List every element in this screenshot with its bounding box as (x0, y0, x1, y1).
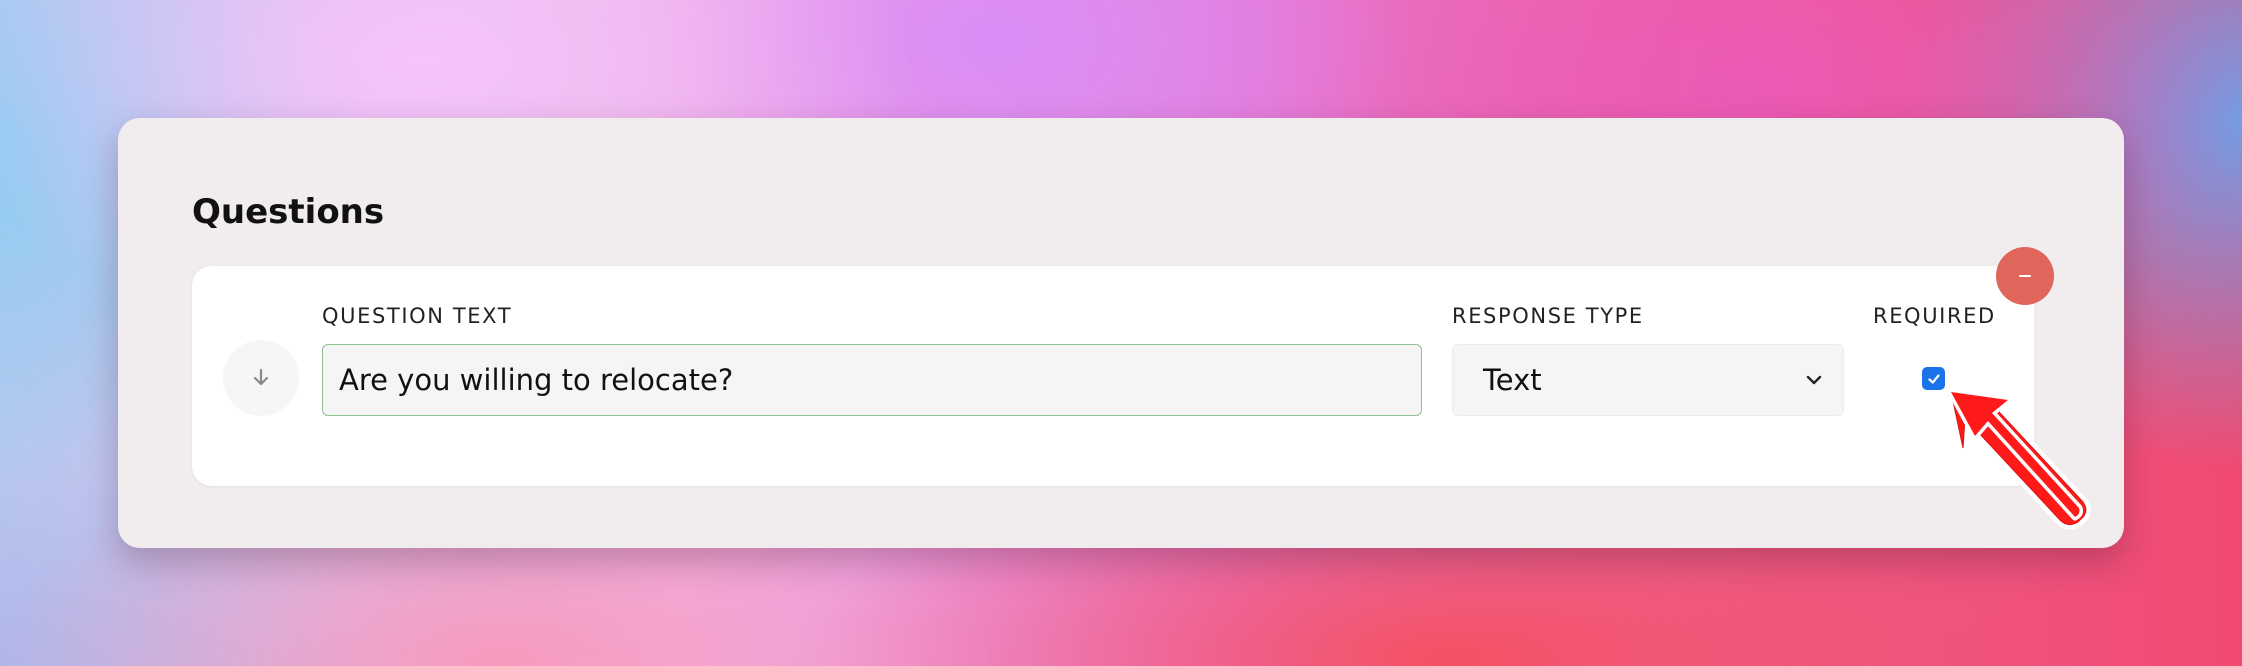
remove-question-button[interactable] (1996, 247, 2054, 305)
required-label: REQUIRED (1873, 304, 1996, 328)
response-type-label: RESPONSE TYPE (1452, 304, 1644, 328)
minus-icon (2019, 275, 2031, 277)
chevron-down-icon (1806, 375, 1822, 385)
question-text-label: QUESTION TEXT (322, 304, 513, 328)
move-down-button[interactable] (223, 340, 299, 416)
questions-panel: Questions QUESTION TEXT RESPONSE TYPE RE… (118, 118, 2124, 548)
required-checkbox[interactable] (1922, 367, 1945, 390)
response-type-select[interactable]: Text (1452, 344, 1844, 416)
response-type-value: Text (1483, 363, 1542, 397)
section-title: Questions (192, 192, 385, 232)
question-card: QUESTION TEXT RESPONSE TYPE REQUIRED Tex… (192, 266, 2034, 486)
question-text-input[interactable] (322, 344, 1422, 416)
arrow-down-icon (253, 368, 269, 386)
checkmark-icon (1927, 373, 1940, 384)
